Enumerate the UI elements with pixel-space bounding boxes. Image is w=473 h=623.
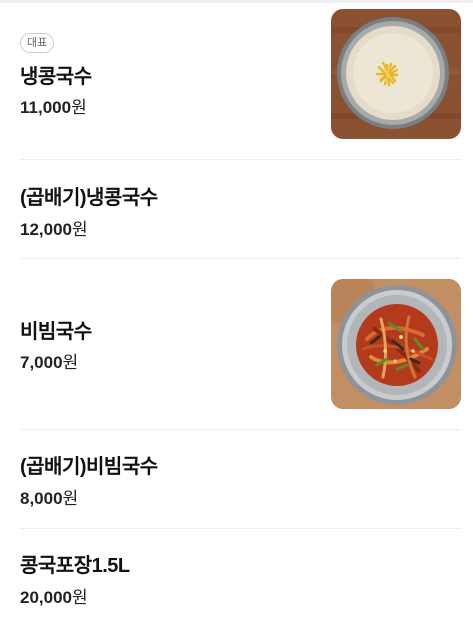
price-amount: 7,000: [20, 353, 63, 372]
menu-item-name: (곱배기)비빔국수: [20, 456, 158, 478]
price-amount: 8,000: [20, 489, 63, 508]
price-amount: 12,000: [20, 220, 72, 239]
price-amount: 20,000: [20, 588, 72, 607]
menu-item-soybean-soup-takeout[interactable]: 콩국포장1.5L 20,000원: [20, 529, 461, 623]
menu-item-price: 8,000원: [20, 484, 78, 509]
menu-item-price: 12,000원: [20, 215, 88, 240]
menu-item-large-naengkongguksu[interactable]: (곱배기)냉콩국수 12,000원: [20, 160, 461, 259]
price-currency: 원: [62, 489, 79, 508]
menu-item-large-bibimguksu[interactable]: (곱배기)비빔국수 8,000원: [20, 430, 461, 529]
spicy-mixed-noodles-photo[interactable]: [331, 279, 461, 409]
price-currency: 원: [72, 588, 88, 607]
menu-item-name: 비빔국수: [20, 321, 92, 343]
price-currency: 원: [62, 353, 79, 372]
signature-badge: 대표: [20, 33, 55, 53]
menu-item-price: 20,000원: [20, 583, 88, 608]
price-currency: 원: [72, 220, 88, 239]
menu-item-name: 냉콩국수: [20, 66, 92, 88]
menu-item-naengkongguksu[interactable]: 대표 냉콩국수 11,000원: [20, 0, 461, 160]
price-currency: 원: [71, 98, 87, 117]
soybean-noodle-soup-photo[interactable]: [331, 9, 461, 139]
menu-item-name: (곱배기)냉콩국수: [20, 187, 158, 209]
price-amount: 11,000: [20, 98, 72, 117]
menu-item-price: 7,000원: [20, 348, 78, 373]
menu-item-price: 11,000원: [20, 93, 87, 118]
menu-item-name: 콩국포장1.5L: [20, 555, 130, 577]
menu-item-bibimguksu[interactable]: 비빔국수 7,000원: [20, 259, 461, 430]
